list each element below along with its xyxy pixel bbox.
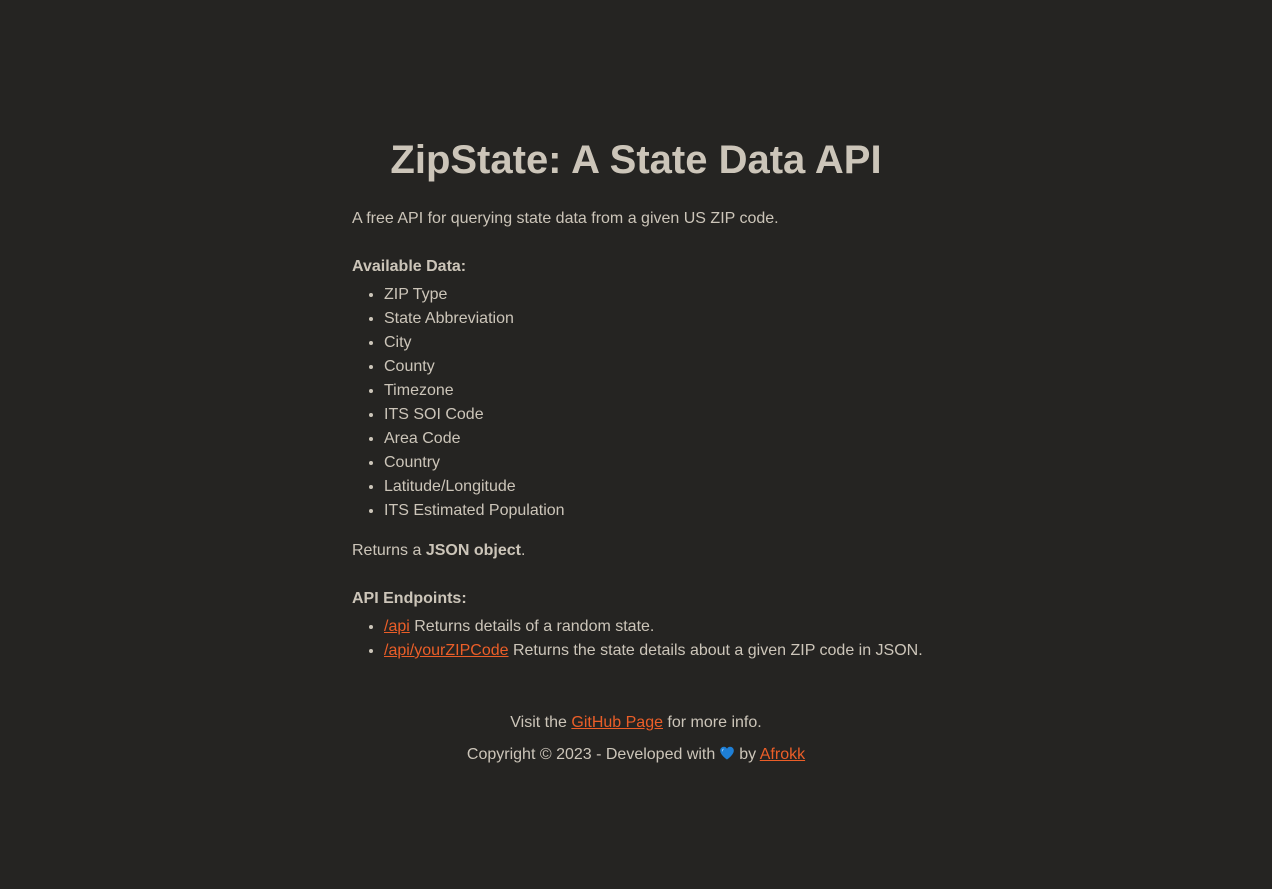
endpoint-item: /api/yourZIPCode Returns the state detai… xyxy=(384,639,923,663)
list-item: Area Code xyxy=(384,427,565,451)
endpoint-item: /api Returns details of a random state. xyxy=(384,615,923,639)
page-title: ZipState: A State Data API xyxy=(390,138,882,182)
api-endpoints-heading: API Endpoints: xyxy=(352,590,467,607)
author-link[interactable]: Afrokk xyxy=(760,746,805,763)
github-page-link[interactable]: GitHub Page xyxy=(571,714,663,731)
blue-heart-icon xyxy=(720,746,735,760)
api-endpoints-list: /api Returns details of a random state. … xyxy=(352,615,923,663)
page: ZipState: A State Data API A free API fo… xyxy=(0,0,1272,889)
list-item: County xyxy=(384,355,565,379)
returns-format: JSON object xyxy=(425,542,521,559)
available-data-list: ZIP Type State Abbreviation City County … xyxy=(352,283,565,523)
list-item: ITS SOI Code xyxy=(384,403,565,427)
returns-suffix: . xyxy=(520,542,526,559)
endpoint-description: Returns the state details about a given … xyxy=(508,642,923,659)
list-item: Timezone xyxy=(384,379,565,403)
list-item: State Abbreviation xyxy=(384,307,565,331)
visit-suffix: for more info. xyxy=(662,714,762,731)
list-item: City xyxy=(384,331,565,355)
description: A free API for querying state data from … xyxy=(352,210,779,227)
endpoint-link-api[interactable]: /api xyxy=(384,618,410,635)
visit-github-line: Visit the GitHub Page for more info. xyxy=(0,713,1272,733)
copyright-prefix: Copyright © 2023 - Developed with xyxy=(466,746,716,763)
endpoint-description: Returns details of a random state. xyxy=(409,618,655,635)
endpoint-link-zipcode[interactable]: /api/yourZIPCode xyxy=(384,642,509,659)
list-item: Latitude/Longitude xyxy=(384,475,565,499)
copyright-line: Copyright © 2023 - Developed with by Afro… xyxy=(0,745,1272,765)
available-data-heading: Available Data: xyxy=(352,258,467,275)
visit-prefix: Visit the xyxy=(510,714,572,731)
by-text: by xyxy=(739,746,757,763)
returns-prefix: Returns a xyxy=(352,542,426,559)
list-item: Country xyxy=(384,451,565,475)
list-item: ZIP Type xyxy=(384,283,565,307)
returns-text: Returns a JSON object. xyxy=(352,541,525,561)
list-item: ITS Estimated Population xyxy=(384,499,565,523)
